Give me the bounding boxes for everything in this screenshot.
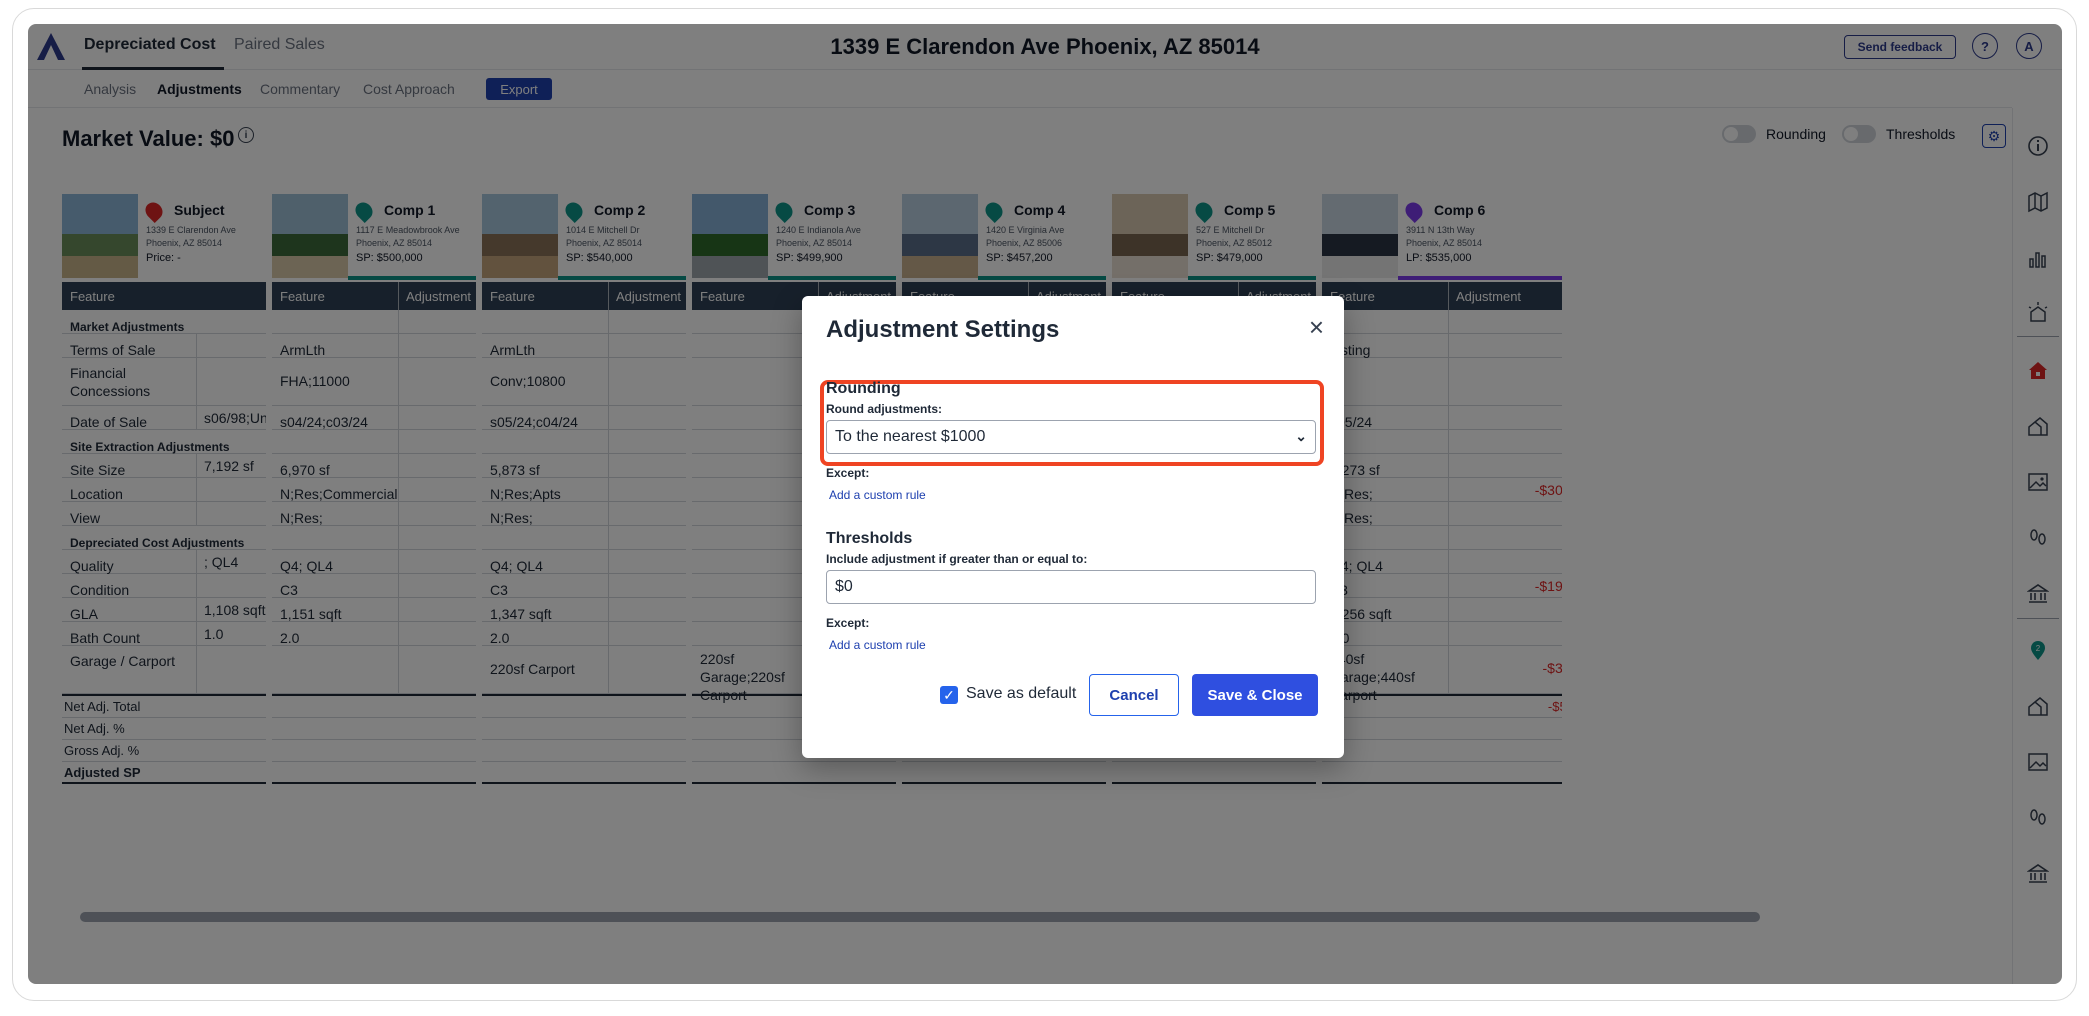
except-label: Except:: [826, 466, 870, 480]
except-label: Except:: [826, 616, 870, 630]
rounding-select-value: To the nearest $1000: [835, 428, 986, 445]
app: Depreciated Cost Paired Sales 1339 E Cla…: [28, 24, 2062, 984]
dialog-title: Adjustment Settings: [826, 316, 1060, 343]
close-icon[interactable]: ×: [1309, 314, 1324, 340]
adjustment-settings-dialog: Adjustment Settings × Rounding Round adj…: [802, 296, 1344, 758]
threshold-label: Include adjustment if greater than or eq…: [826, 552, 1088, 566]
add-custom-rule-link[interactable]: Add a custom rule: [829, 638, 926, 652]
check-icon: ✓: [943, 686, 955, 703]
save-close-button[interactable]: Save & Close: [1192, 674, 1318, 716]
add-custom-rule-link[interactable]: Add a custom rule: [829, 488, 926, 502]
chevron-down-icon: ⌄: [1295, 428, 1307, 444]
rounding-heading: Rounding: [826, 380, 901, 397]
rounding-select[interactable]: To the nearest $1000 ⌄: [826, 420, 1316, 454]
thresholds-heading: Thresholds: [826, 530, 913, 547]
threshold-input[interactable]: $0: [826, 570, 1316, 604]
cancel-button[interactable]: Cancel: [1089, 674, 1179, 716]
round-adjustments-label: Round adjustments:: [826, 402, 942, 416]
save-as-default-label[interactable]: Save as default: [966, 685, 1076, 703]
save-as-default-checkbox[interactable]: ✓: [940, 686, 958, 704]
